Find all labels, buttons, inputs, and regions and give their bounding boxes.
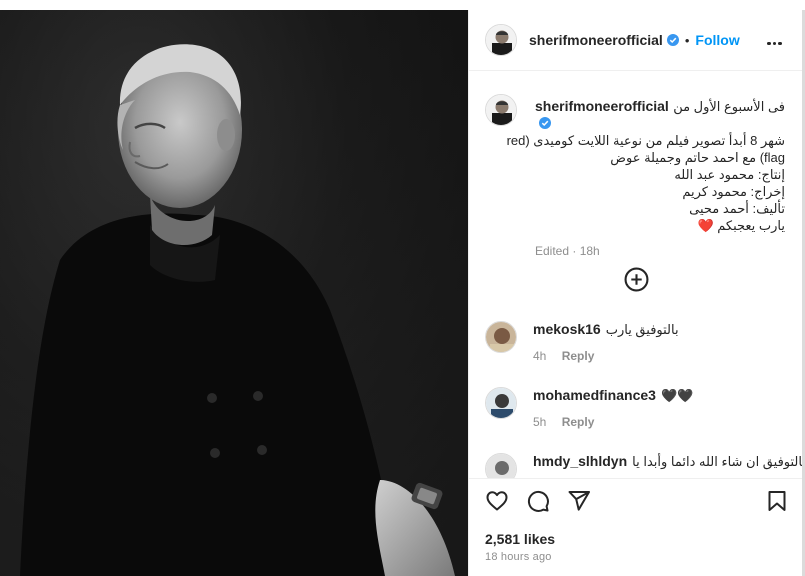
comment-age: 5h	[533, 415, 547, 429]
more-options-icon[interactable]	[767, 32, 785, 48]
comment-avatar[interactable]	[485, 321, 517, 353]
caption-line: شهر 8 أبدأ تصوير فيلم من نوعية اللايت كو…	[506, 133, 785, 148]
comment-text: 🖤🖤	[660, 388, 694, 403]
comment-text: بالتوفيق يارب	[605, 322, 679, 337]
comment-username[interactable]: mohamedfinance3	[533, 387, 656, 403]
avatar-image	[486, 322, 516, 352]
post-side-panel: sherifmoneerofficial • Follow sherifmone…	[468, 10, 805, 576]
comment-age: 4h	[533, 349, 547, 363]
follow-button[interactable]: Follow	[695, 32, 739, 48]
avatar-image	[486, 25, 516, 55]
post-username[interactable]: sherifmoneerofficial	[529, 32, 663, 48]
post-time-ago[interactable]: 18 hours ago	[485, 551, 552, 563]
reply-button[interactable]: Reply	[562, 349, 595, 363]
add-circle-icon[interactable]	[624, 267, 649, 292]
caption-line: تأليف: أحمد محيى	[689, 201, 785, 216]
caption: sherifmoneerofficial فى الأسبوع الأول من…	[485, 94, 785, 260]
caption-line: إخراج: محمود كريم	[682, 184, 785, 199]
caption-username[interactable]: sherifmoneerofficial	[535, 98, 669, 114]
avatar-image	[486, 95, 516, 125]
comment-text: بالتوفيق ان شاء الله دائما وأبدا يا	[632, 454, 805, 469]
caption-text: sherifmoneerofficial فى الأسبوع الأول من…	[506, 94, 785, 260]
caption-line: يارب يعجبكم ❤️	[697, 218, 785, 233]
caption-line: فى الأسبوع الأول من	[673, 99, 785, 114]
reply-button[interactable]: Reply	[562, 415, 595, 429]
likes-count[interactable]: 2,581 likes	[485, 531, 555, 547]
verified-badge-icon	[539, 117, 551, 129]
comment-avatar[interactable]	[485, 387, 517, 419]
top-strip	[0, 0, 805, 10]
bookmark-icon[interactable]	[765, 489, 789, 513]
caption-meta: Edited · 18h	[535, 244, 600, 258]
comment-item: mohamedfinance3 🖤🖤 5h Reply	[485, 387, 785, 429]
comment-icon[interactable]	[526, 489, 550, 513]
comment-username[interactable]: mekosk16	[533, 321, 601, 337]
separator-dot: •	[684, 32, 690, 48]
action-bar: 2,581 likes 18 hours ago	[469, 478, 803, 576]
comment-item: mekosk16 بالتوفيق يارب 4h Reply	[485, 321, 785, 363]
avatar-image	[486, 388, 516, 418]
verified-badge-icon	[666, 34, 679, 46]
caption-line: إنتاج: محمود عبد الله	[674, 167, 785, 182]
caption-avatar[interactable]	[485, 94, 517, 126]
post-header: sherifmoneerofficial • Follow	[469, 10, 803, 71]
man-portrait-image	[0, 10, 468, 576]
avatar[interactable]	[485, 24, 517, 56]
heart-icon[interactable]	[485, 489, 509, 513]
caption-line: flag) مع احمد حاتم وجميلة عوض	[610, 150, 785, 165]
post-photo[interactable]	[0, 10, 468, 576]
share-icon[interactable]	[567, 489, 591, 513]
comment-username[interactable]: hmdy_slhldyn	[533, 453, 627, 469]
